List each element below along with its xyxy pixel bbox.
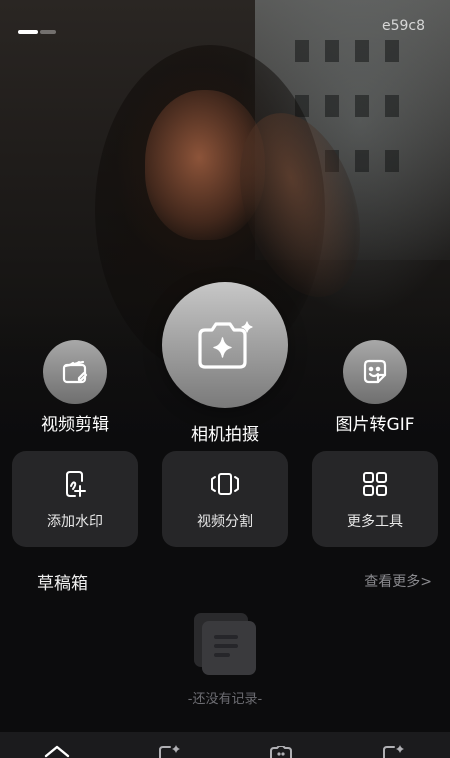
view-more-link[interactable]: 查看更多> (364, 571, 432, 591)
camera-circle[interactable] (162, 282, 288, 408)
add-watermark-label: 添加水印 (47, 514, 103, 530)
video-split-label: 视频分割 (197, 514, 253, 530)
more-tools-label: 更多工具 (347, 514, 403, 530)
top-bar: e59c8 (0, 0, 450, 50)
camera-button[interactable]: 相机拍摄 (162, 282, 288, 445)
hand-edit-icon (66, 471, 86, 497)
build-tag: e59c8 (381, 18, 425, 34)
video-edit-circle[interactable] (43, 340, 107, 404)
bottom-tab-bar (0, 732, 450, 758)
sticker-sparkle-icon[interactable] (381, 745, 407, 758)
banner-page-indicator (18, 30, 56, 34)
document-stack-icon (193, 612, 257, 676)
image-to-gif-label: 图片转GIF (335, 415, 415, 435)
video-split-card[interactable]: 视频分割 (162, 451, 288, 547)
drafts-empty-text: -还没有记录- (187, 692, 263, 707)
camera-label: 相机拍摄 (191, 425, 259, 445)
image-to-gif-circle[interactable] (343, 340, 407, 404)
more-tools-card[interactable]: 更多工具 (312, 451, 438, 547)
video-edit-button[interactable]: 视频剪辑 (27, 340, 123, 435)
grid-apps-icon (363, 472, 387, 496)
sticker-smile-icon (363, 359, 387, 384)
video-split-icon (211, 473, 239, 495)
home-icon[interactable] (44, 744, 70, 758)
camera-heart-icon[interactable] (268, 746, 294, 758)
video-edit-label: 视频剪辑 (41, 415, 109, 435)
add-watermark-card[interactable]: 添加水印 (12, 451, 138, 547)
drafts-title: 草稿箱 (37, 574, 88, 594)
camera-sparkle-icon (198, 321, 253, 369)
image-sparkle-icon[interactable] (157, 745, 183, 758)
image-to-gif-button[interactable]: 图片转GIF (323, 340, 427, 435)
clapper-edit-icon (62, 360, 88, 384)
